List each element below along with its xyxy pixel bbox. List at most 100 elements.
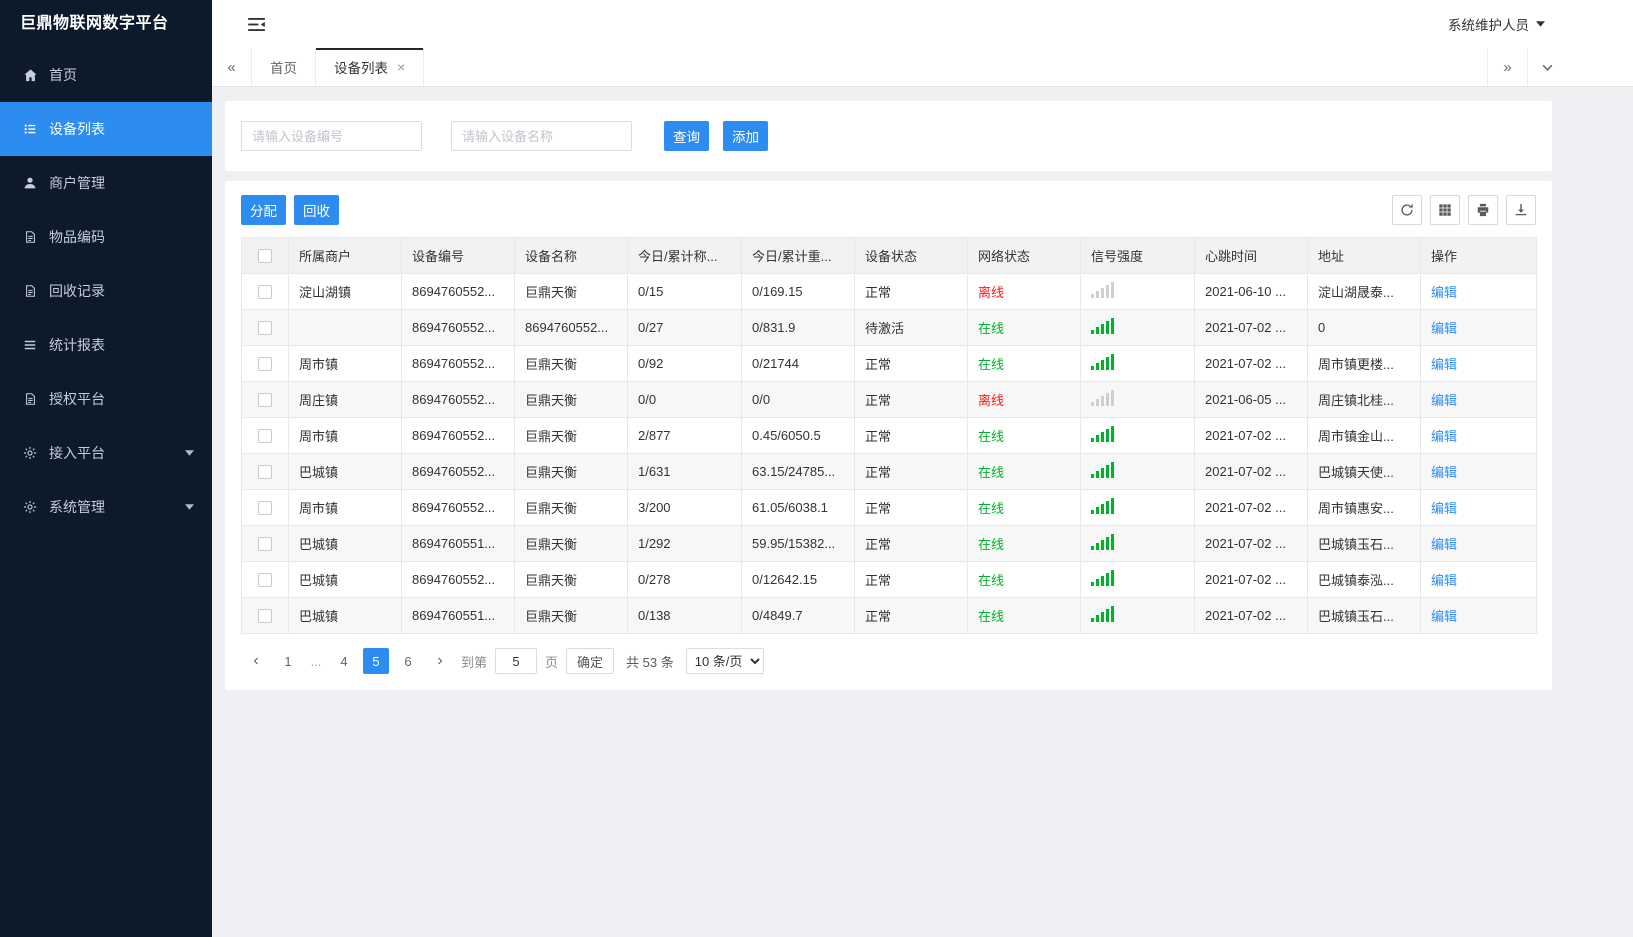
column-header: 地址 (1307, 237, 1421, 274)
edit-link[interactable]: 编辑 (1431, 537, 1457, 552)
heartbeat-cell: 2021-06-10 ... (1194, 273, 1308, 310)
row-checkbox[interactable] (258, 501, 272, 516)
page-button-1[interactable]: 1 (275, 648, 301, 674)
page-button-5[interactable]: 5 (363, 648, 389, 674)
select-all-checkbox[interactable] (258, 249, 272, 264)
refresh-icon[interactable] (1392, 195, 1422, 225)
device-no-cell: 8694760551... (401, 525, 515, 562)
edit-link[interactable]: 编辑 (1431, 501, 1457, 516)
heartbeat-cell: 2021-07-02 ... (1194, 309, 1308, 346)
address-cell: 0 (1307, 309, 1421, 346)
total-count-label: 共 53 条 (626, 654, 674, 670)
device-status-cell: 正常 (854, 597, 968, 634)
device-name-cell: 8694760552... (514, 309, 628, 346)
signal-bars-icon (1091, 282, 1114, 298)
signal-strength-cell (1080, 489, 1195, 526)
row-checkbox[interactable] (258, 429, 272, 444)
tabs-scroll-left-button[interactable]: « (212, 48, 252, 86)
app-window: 巨鼎物联网数字平台 首页 设备列表 商户管理 物品编码 回收记录 统计报表 授权平台 接入平台… (0, 0, 1633, 937)
device-no-input[interactable] (241, 121, 422, 151)
signal-bars-icon (1091, 354, 1114, 370)
row-check-cell (241, 417, 289, 454)
network-status-cell: 在线 (967, 489, 1081, 526)
row-checkbox[interactable] (258, 465, 272, 480)
sidebar-item-8[interactable]: 系统管理 (0, 480, 212, 534)
search-panel: 查询 添加 (225, 101, 1552, 171)
row-checkbox[interactable] (258, 393, 272, 408)
page-button-6[interactable]: 6 (395, 648, 421, 674)
next-page-button[interactable]: › (427, 648, 453, 674)
goto-label: 到第 (461, 654, 488, 670)
page-button-4[interactable]: 4 (331, 648, 357, 674)
network-status-cell: 在线 (967, 345, 1081, 382)
table-row: 周市镇 8694760552... 巨鼎天衡 3/200 61.05/6038.1 正常在… (241, 489, 1537, 526)
confirm-button[interactable]: 确定 (566, 648, 615, 674)
sidebar-item-0[interactable]: 首页 (0, 48, 212, 102)
assign-button[interactable]: 分配 (241, 195, 286, 225)
signal-bars-icon (1091, 390, 1114, 406)
sidebar-item-4[interactable]: 回收记录 (0, 264, 212, 318)
user-icon (22, 176, 38, 190)
row-check-cell (241, 345, 289, 382)
tabs-menu-button[interactable] (1527, 48, 1567, 86)
edit-link[interactable]: 编辑 (1431, 393, 1457, 408)
sidebar-item-6[interactable]: 授权平台 (0, 372, 212, 426)
heartbeat-cell: 2021-07-02 ... (1194, 453, 1308, 490)
device-name-cell: 巨鼎天衡 (514, 525, 628, 562)
device-status-cell: 正常 (854, 561, 968, 598)
table-header: 所属商户 设备编号 设备名称 今日/累计称... 今日/累计重... 设备状态 网络状态 信号… (241, 237, 1537, 274)
export-icon[interactable] (1506, 195, 1536, 225)
sidebar-item-label: 接入平台 (49, 445, 105, 461)
sidebar-item-7[interactable]: 接入平台 (0, 426, 212, 480)
today-weight-cell: 0/12642.15 (741, 561, 855, 598)
user-menu[interactable]: 系统维护人员 (1448, 14, 1545, 34)
device-name-input[interactable] (451, 121, 632, 151)
add-button[interactable]: 添加 (723, 121, 768, 151)
row-checkbox[interactable] (258, 609, 272, 624)
tabs-scroll-right-button[interactable]: » (1487, 48, 1527, 86)
edit-link[interactable]: 编辑 (1431, 357, 1457, 372)
address-cell: 周市镇更楼... (1307, 345, 1421, 382)
page-ellipsis: ... (310, 653, 322, 669)
tab-0[interactable]: 首页 (252, 48, 316, 86)
edit-link[interactable]: 编辑 (1431, 429, 1457, 444)
close-icon[interactable]: × (397, 60, 405, 74)
chevron-down-icon (1536, 21, 1545, 27)
columns-icon[interactable] (1430, 195, 1460, 225)
table-row: 周市镇 8694760552... 巨鼎天衡 0/92 0/21744 正常 在线 2021-… (241, 345, 1537, 382)
row-checkbox[interactable] (258, 573, 272, 588)
recycle-button[interactable]: 回收 (294, 195, 339, 225)
prev-page-button[interactable]: ‹ (243, 648, 269, 674)
row-checkbox[interactable] (258, 285, 272, 300)
tab-1[interactable]: 设备列表 × (316, 48, 425, 86)
heartbeat-cell: 2021-07-02 ... (1194, 417, 1308, 454)
signal-strength-cell (1080, 381, 1195, 418)
row-checkbox[interactable] (258, 357, 272, 372)
row-check-cell (241, 381, 289, 418)
page-list: 1... 4 5 6 (275, 648, 421, 674)
sidebar-item-3[interactable]: 物品编码 (0, 210, 212, 264)
lines-icon (22, 338, 38, 352)
query-button[interactable]: 查询 (664, 121, 709, 151)
sidebar-item-label: 首页 (49, 67, 77, 83)
edit-link[interactable]: 编辑 (1431, 465, 1457, 480)
network-status: 在线 (978, 537, 1005, 552)
address-cell: 周市镇惠安... (1307, 489, 1421, 526)
sidebar-item-1[interactable]: 设备列表 (0, 102, 212, 156)
sidebar-item-5[interactable]: 统计报表 (0, 318, 212, 372)
signal-bars-icon (1091, 534, 1114, 550)
row-checkbox[interactable] (258, 537, 272, 552)
sidebar-collapse-icon[interactable] (248, 17, 265, 31)
table-toolbar: 分配 回收 (241, 195, 1536, 225)
sidebar-item-2[interactable]: 商户管理 (0, 156, 212, 210)
edit-link[interactable]: 编辑 (1431, 285, 1457, 300)
column-header: 设备名称 (514, 237, 628, 274)
edit-link[interactable]: 编辑 (1431, 573, 1457, 588)
edit-link[interactable]: 编辑 (1431, 609, 1457, 624)
edit-link[interactable]: 编辑 (1431, 321, 1457, 336)
page-size-select[interactable]: 10 条/页 (685, 648, 764, 674)
row-checkbox[interactable] (258, 321, 272, 336)
goto-page-input[interactable] (495, 648, 538, 674)
row-check-cell (241, 273, 289, 310)
print-icon[interactable] (1468, 195, 1498, 225)
